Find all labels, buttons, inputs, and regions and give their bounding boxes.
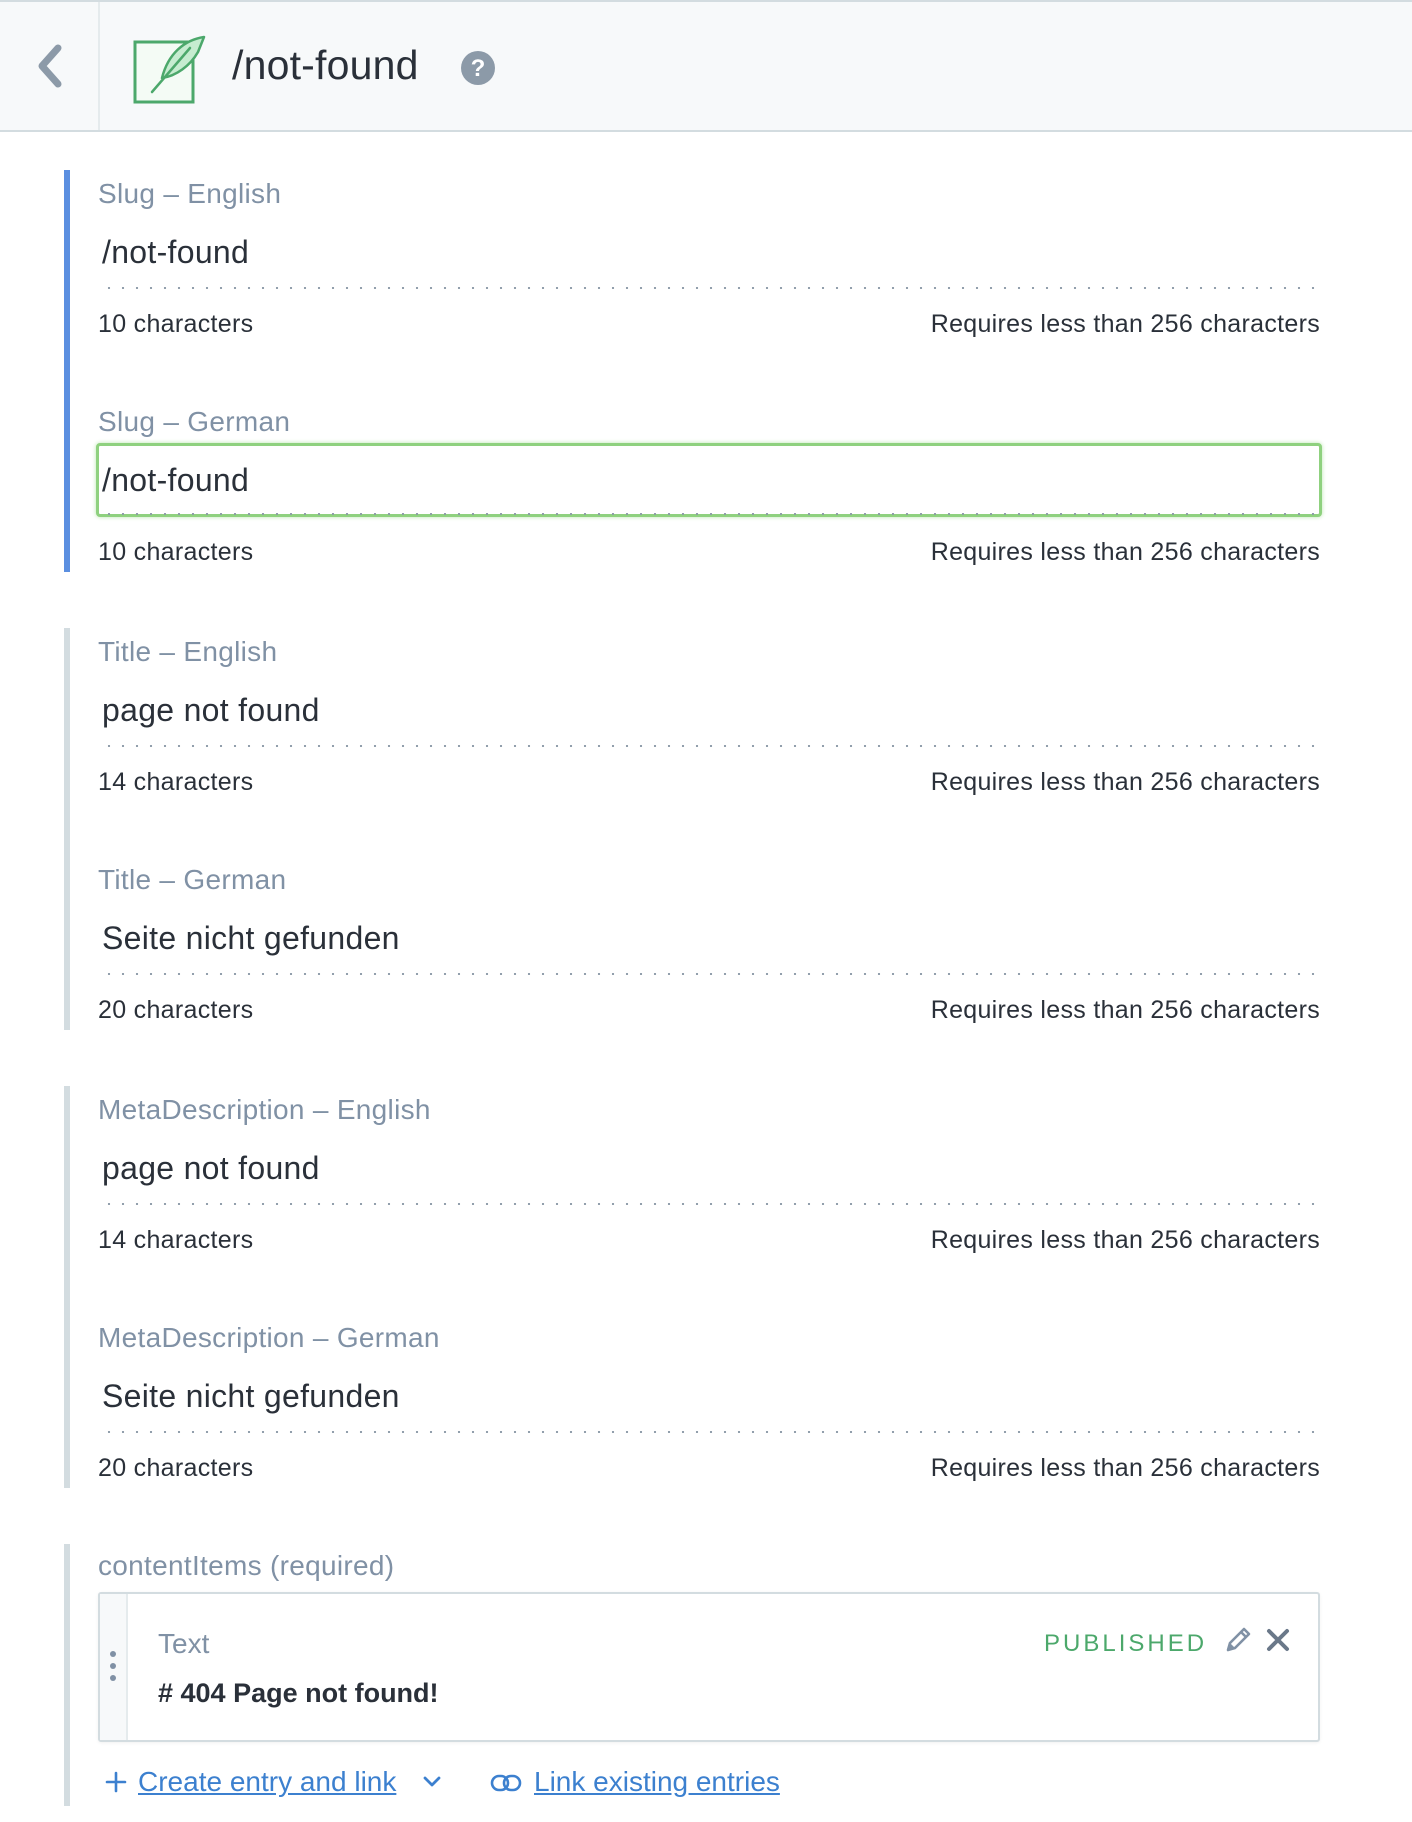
content-item-card[interactable]: Text PUBLISHED # 404 Page not found!	[98, 1592, 1320, 1742]
svg-text:?: ?	[471, 55, 486, 82]
entry-header: /not-found ?	[0, 0, 1412, 132]
input-underline	[102, 513, 1320, 515]
char-count: 14 characters	[98, 768, 254, 796]
chevron-left-icon	[38, 44, 62, 88]
feather-icon	[133, 35, 206, 104]
input-underline	[102, 1203, 1320, 1205]
field-label-title-german: Title – German	[98, 864, 287, 895]
link-existing-link[interactable]: Link existing entries	[534, 1766, 780, 1797]
char-limit: Requires less than 256 characters	[930, 996, 1320, 1024]
content-type-label: Text	[158, 1628, 210, 1659]
meta-description-group-bar	[64, 1086, 70, 1488]
create-entry-link[interactable]: Create entry and link	[138, 1766, 396, 1797]
char-limit: Requires less than 256 characters	[930, 768, 1320, 796]
plus-icon	[105, 1771, 127, 1793]
slug-group-bar	[64, 170, 70, 572]
input-underline	[102, 287, 1320, 289]
field-label-slug-german: Slug – German	[98, 406, 291, 437]
field-label-meta-english: MetaDescription – English	[98, 1094, 431, 1125]
create-entry-action[interactable]: Create entry and link	[104, 1766, 442, 1798]
char-count: 14 characters	[98, 1226, 254, 1254]
char-limit: Requires less than 256 characters	[930, 538, 1320, 566]
char-limit: Requires less than 256 characters	[930, 1226, 1320, 1254]
field-label-slug-english: Slug – English	[98, 178, 282, 209]
pencil-icon[interactable]	[1222, 1624, 1254, 1656]
char-count: 20 characters	[98, 996, 254, 1024]
char-limit: Requires less than 256 characters	[930, 310, 1320, 338]
content-items-group-bar	[64, 1544, 70, 1806]
field-label-content-items: contentItems (required)	[98, 1550, 395, 1581]
field-label-meta-german: MetaDescription – German	[98, 1322, 440, 1353]
char-limit: Requires less than 256 characters	[930, 1454, 1320, 1482]
slug-german-input[interactable]: /not-found	[102, 462, 1320, 499]
char-count: 10 characters	[98, 310, 254, 338]
char-count: 10 characters	[98, 538, 254, 566]
meta-german-input[interactable]: Seite nicht gefunden	[102, 1378, 1320, 1415]
back-button[interactable]	[0, 2, 100, 130]
link-icon	[490, 1774, 522, 1792]
title-german-input[interactable]: Seite nicht gefunden	[102, 920, 1320, 957]
title-group-bar	[64, 628, 70, 1030]
input-underline	[102, 1431, 1320, 1433]
char-count: 20 characters	[98, 1454, 254, 1482]
status-badge: PUBLISHED	[1044, 1630, 1208, 1657]
input-underline	[102, 745, 1320, 747]
page-title: /not-found	[232, 42, 419, 88]
link-existing-action[interactable]: Link existing entries	[490, 1766, 780, 1798]
input-underline	[102, 973, 1320, 975]
title-english-input[interactable]: page not found	[102, 692, 1320, 729]
field-label-title-english: Title – English	[98, 636, 278, 667]
question-circle-icon[interactable]: ?	[460, 50, 496, 86]
close-icon[interactable]	[1262, 1624, 1294, 1656]
meta-english-input[interactable]: page not found	[102, 1150, 1320, 1187]
drag-handle[interactable]	[100, 1594, 128, 1740]
content-item-body: # 404 Page not found!	[158, 1678, 439, 1708]
slug-english-input[interactable]: /not-found	[102, 234, 1320, 271]
chevron-down-icon[interactable]	[422, 1775, 442, 1789]
